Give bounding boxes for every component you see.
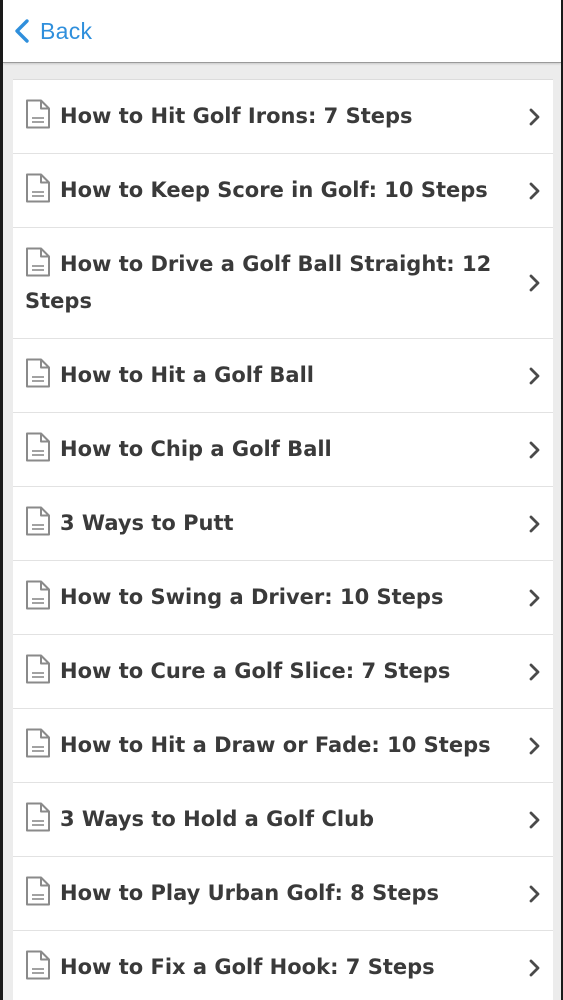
document-icon <box>25 580 51 610</box>
list-item-text: How to Play Urban Golf: 8 Steps <box>25 857 515 930</box>
list-item-text: How to Hit a Golf Ball <box>25 339 515 412</box>
list-item[interactable]: How to Hit a Draw or Fade: 10 Steps <box>13 709 553 783</box>
list-item-text: 3 Ways to Hold a Golf Club <box>25 783 515 856</box>
list-item-text: 3 Ways to Putt <box>25 487 515 560</box>
list-item-label: How to Play Urban Golf: 8 Steps <box>60 881 440 905</box>
document-icon <box>25 358 51 388</box>
chevron-right-icon <box>515 959 553 977</box>
document-icon <box>25 802 51 832</box>
chevron-right-icon <box>515 737 553 755</box>
list-item[interactable]: How to Drive a Golf Ball Straight: 12 St… <box>13 228 553 339</box>
navigation-header: Back <box>3 0 561 63</box>
list-item-text: How to Hit a Draw or Fade: 10 Steps <box>25 709 515 782</box>
back-button[interactable]: Back <box>11 11 92 51</box>
list-item-label: How to Chip a Golf Ball <box>60 437 332 461</box>
chevron-right-icon <box>515 589 553 607</box>
document-icon <box>25 247 51 277</box>
chevron-right-icon <box>515 274 553 292</box>
chevron-left-icon <box>11 17 33 45</box>
list-item-text: How to Keep Score in Golf: 10 Steps <box>25 154 515 227</box>
chevron-right-icon <box>515 182 553 200</box>
list-item[interactable]: How to Hit a Golf Ball <box>13 339 553 413</box>
list-item[interactable]: How to Cure a Golf Slice: 7 Steps <box>13 635 553 709</box>
list-item[interactable]: How to Swing a Driver: 10 Steps <box>13 561 553 635</box>
back-label: Back <box>40 17 93 44</box>
chevron-right-icon <box>515 108 553 126</box>
list-item[interactable]: 3 Ways to Hold a Golf Club <box>13 783 553 857</box>
list-item-text: How to Chip a Golf Ball <box>25 413 515 486</box>
list-item-label: 3 Ways to Hold a Golf Club <box>60 807 375 831</box>
document-icon <box>25 728 51 758</box>
article-list: How to Hit Golf Irons: 7 Steps How to Ke… <box>13 79 553 1000</box>
list-item[interactable]: How to Hit Golf Irons: 7 Steps <box>13 80 553 154</box>
list-item[interactable]: How to Play Urban Golf: 8 Steps <box>13 857 553 931</box>
chevron-right-icon <box>515 515 553 533</box>
list-item-label: How to Hit Golf Irons: 7 Steps <box>60 104 413 128</box>
list-item-label: How to Keep Score in Golf: 10 Steps <box>60 178 488 202</box>
chevron-right-icon <box>515 811 553 829</box>
list-item-label: How to Fix a Golf Hook: 7 Steps <box>60 955 435 979</box>
list-item-label: How to Swing a Driver: 10 Steps <box>60 585 444 609</box>
document-icon <box>25 876 51 906</box>
list-item-label: 3 Ways to Putt <box>60 511 234 535</box>
list-item-text: How to Drive a Golf Ball Straight: 12 St… <box>25 228 515 338</box>
document-icon <box>25 654 51 684</box>
list-item-label: How to Drive a Golf Ball Straight: 12 St… <box>25 252 492 313</box>
app-frame: Back How to Hit Golf Irons: 7 Steps How … <box>0 0 563 1000</box>
chevron-right-icon <box>515 885 553 903</box>
list-item-text: How to Cure a Golf Slice: 7 Steps <box>25 635 515 708</box>
document-icon <box>25 506 51 536</box>
list-item[interactable]: How to Keep Score in Golf: 10 Steps <box>13 154 553 228</box>
list-item-text: How to Hit Golf Irons: 7 Steps <box>25 80 515 153</box>
list-item-label: How to Hit a Draw or Fade: 10 Steps <box>60 733 491 757</box>
document-icon <box>25 950 51 980</box>
list-item[interactable]: How to Fix a Golf Hook: 7 Steps <box>13 931 553 1000</box>
chevron-right-icon <box>515 663 553 681</box>
list-item[interactable]: How to Chip a Golf Ball <box>13 413 553 487</box>
chevron-right-icon <box>515 441 553 459</box>
document-icon <box>25 99 51 129</box>
chevron-right-icon <box>515 367 553 385</box>
list-item-text: How to Fix a Golf Hook: 7 Steps <box>25 931 515 1000</box>
list-item-label: How to Cure a Golf Slice: 7 Steps <box>60 659 451 683</box>
list-item-label: How to Hit a Golf Ball <box>60 363 314 387</box>
document-icon <box>25 432 51 462</box>
document-icon <box>25 173 51 203</box>
list-item[interactable]: 3 Ways to Putt <box>13 487 553 561</box>
list-item-text: How to Swing a Driver: 10 Steps <box>25 561 515 634</box>
